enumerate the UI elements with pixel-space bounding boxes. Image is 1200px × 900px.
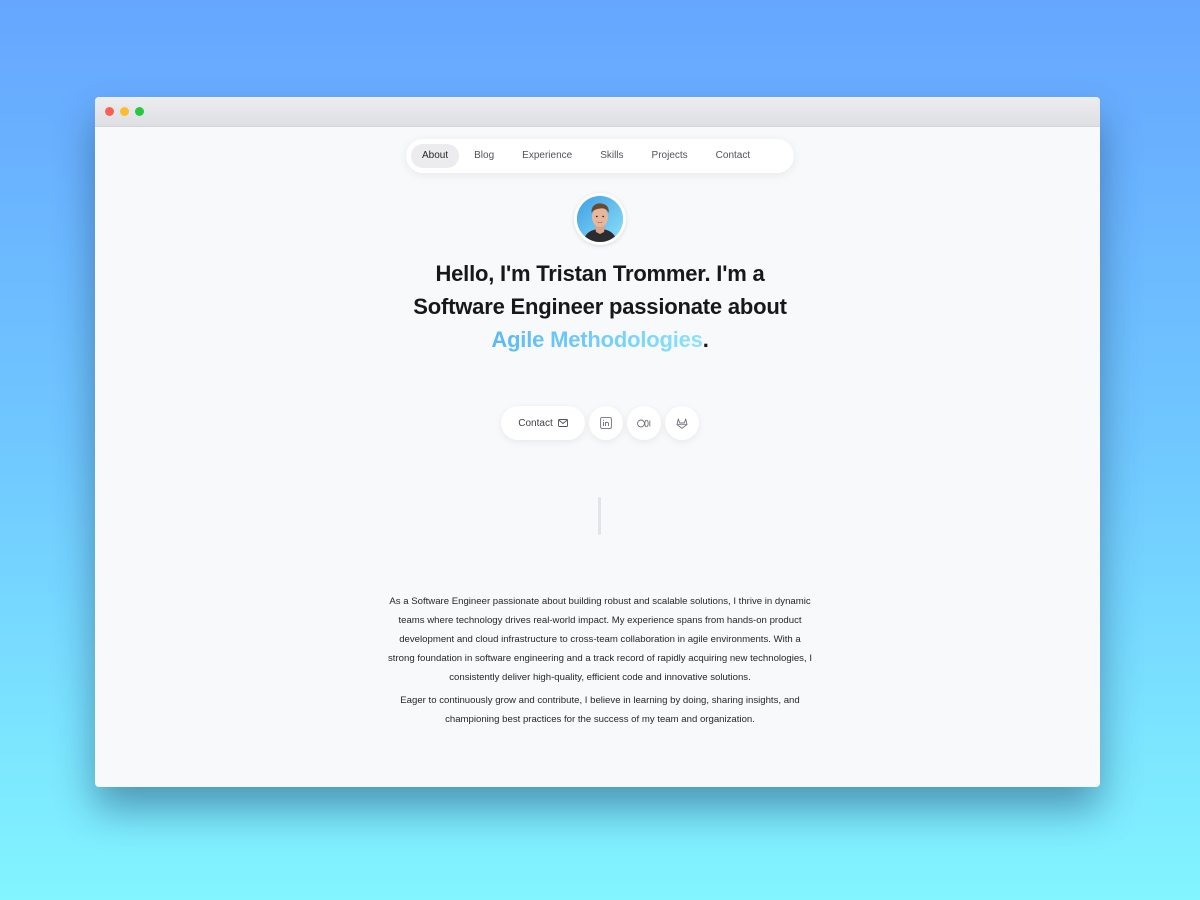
about-paragraph: Eager to continuously grow and contribut… [400, 695, 800, 725]
window-titlebar [95, 97, 1100, 127]
close-window-button[interactable] [105, 107, 114, 116]
linkedin-button[interactable] [589, 406, 623, 440]
hero-passion: Agile Methodologies [491, 327, 703, 352]
mail-icon [557, 419, 568, 427]
hero-actions: Contact [501, 406, 699, 440]
about-paragraph: As a Software Engineer passionate about … [388, 596, 812, 683]
linkedin-icon [600, 417, 612, 429]
browser-window: About Blog Experience Skills Projects Co… [95, 97, 1100, 787]
medium-button[interactable] [627, 406, 661, 440]
hero-passion-text: passionate about [603, 294, 787, 319]
hero-name: Tristan Trommer [536, 261, 705, 286]
nav-item-experience[interactable]: Experience [509, 144, 585, 168]
section-divider [598, 497, 601, 535]
nav-item-skills[interactable]: Skills [587, 144, 636, 168]
contact-button[interactable]: Contact [501, 406, 585, 440]
hero-end: . [702, 327, 709, 352]
contact-button-label: Contact [518, 417, 553, 429]
page-content: About Blog Experience Skills Projects Co… [95, 127, 1100, 787]
nav-item-blog[interactable]: Blog [461, 144, 507, 168]
hero-greeting: Hello, I'm [435, 261, 537, 286]
gitlab-button[interactable] [665, 406, 699, 440]
nav-item-about[interactable]: About [411, 144, 460, 168]
hero-mid: . I'm a [704, 261, 765, 286]
medium-icon [637, 419, 651, 427]
minimize-window-button[interactable] [120, 107, 129, 116]
gitlab-icon [676, 418, 688, 429]
nav-item-contact[interactable]: Contact [703, 144, 763, 168]
top-navigation: About Blog Experience Skills Projects Co… [406, 139, 794, 173]
nav-item-projects[interactable]: Projects [639, 144, 701, 168]
about-section: As a Software Engineer passionate about … [385, 592, 815, 729]
hero-headline: Hello, I'm Tristan Trommer. I'm a Softwa… [345, 257, 855, 356]
maximize-window-button[interactable] [135, 107, 144, 116]
profile-avatar [574, 193, 626, 245]
hero-role: Software Engineer [413, 294, 604, 319]
profile-photo-icon [577, 196, 623, 242]
